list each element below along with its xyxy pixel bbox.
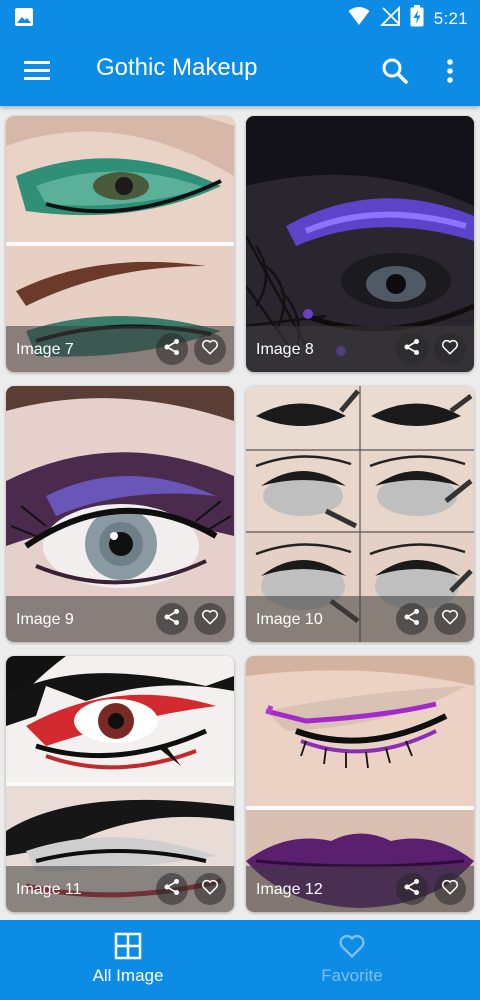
status-bar: 5:21 bbox=[0, 0, 480, 34]
nav-label: Favorite bbox=[321, 966, 383, 985]
gallery-card[interactable]: Image 9 bbox=[6, 386, 234, 642]
share-button[interactable] bbox=[396, 873, 428, 905]
nav-item-favorite[interactable]: Favorite bbox=[232, 920, 472, 1000]
more-vert-icon bbox=[436, 59, 464, 92]
share-button[interactable] bbox=[156, 873, 188, 905]
status-time: 5:21 bbox=[433, 8, 468, 28]
heart-icon bbox=[441, 608, 459, 631]
share-icon bbox=[403, 608, 421, 631]
share-button[interactable] bbox=[396, 333, 428, 365]
share-button[interactable] bbox=[156, 603, 188, 635]
card-label: Image 8 bbox=[256, 341, 314, 358]
favorite-button[interactable] bbox=[194, 603, 226, 635]
heart-icon bbox=[201, 338, 219, 361]
favorite-button[interactable] bbox=[434, 873, 466, 905]
image-grid: Image 7 Image 8 Image 9 Image 10 Image 1… bbox=[0, 106, 480, 920]
share-icon bbox=[163, 608, 181, 631]
share-icon bbox=[403, 338, 421, 361]
heart-icon bbox=[338, 932, 366, 965]
bottom-navigation: All Image Favorite bbox=[0, 920, 480, 1000]
app-bar: Gothic Makeup bbox=[0, 34, 480, 106]
wifi-icon bbox=[348, 6, 370, 31]
heart-icon bbox=[441, 878, 459, 901]
card-label: Image 12 bbox=[256, 881, 323, 898]
gallery-card[interactable]: Image 7 bbox=[6, 116, 234, 372]
grid-icon bbox=[114, 932, 142, 965]
heart-icon bbox=[201, 608, 219, 631]
gallery-card[interactable]: Image 11 bbox=[6, 656, 234, 912]
gallery-card[interactable]: Image 12 bbox=[246, 656, 474, 912]
favorite-button[interactable] bbox=[194, 873, 226, 905]
battery-charging-icon bbox=[410, 5, 424, 32]
share-button[interactable] bbox=[156, 333, 188, 365]
gallery-card[interactable]: Image 10 bbox=[246, 386, 474, 642]
share-icon bbox=[163, 878, 181, 901]
menu-icon bbox=[20, 61, 54, 92]
nav-label: All Image bbox=[92, 966, 164, 985]
no-signal-icon bbox=[379, 5, 400, 31]
search-icon bbox=[378, 58, 412, 92]
heart-icon bbox=[201, 878, 219, 901]
share-icon bbox=[403, 878, 421, 901]
favorite-button[interactable] bbox=[434, 333, 466, 365]
favorite-button[interactable] bbox=[434, 603, 466, 635]
image-notification-icon bbox=[14, 7, 34, 32]
page-title: Gothic Makeup bbox=[96, 54, 258, 81]
share-icon bbox=[163, 338, 181, 361]
share-button[interactable] bbox=[396, 603, 428, 635]
card-label: Image 10 bbox=[256, 611, 323, 628]
card-label: Image 9 bbox=[16, 611, 74, 628]
more-options-button[interactable] bbox=[436, 54, 464, 88]
search-button[interactable] bbox=[378, 54, 412, 88]
menu-button[interactable] bbox=[20, 54, 54, 88]
gallery-card[interactable]: Image 8 bbox=[246, 116, 474, 372]
favorite-button[interactable] bbox=[194, 333, 226, 365]
heart-icon bbox=[441, 338, 459, 361]
nav-item-all-image[interactable]: All Image bbox=[8, 920, 248, 1000]
card-label: Image 11 bbox=[16, 881, 82, 898]
card-label: Image 7 bbox=[16, 341, 74, 358]
